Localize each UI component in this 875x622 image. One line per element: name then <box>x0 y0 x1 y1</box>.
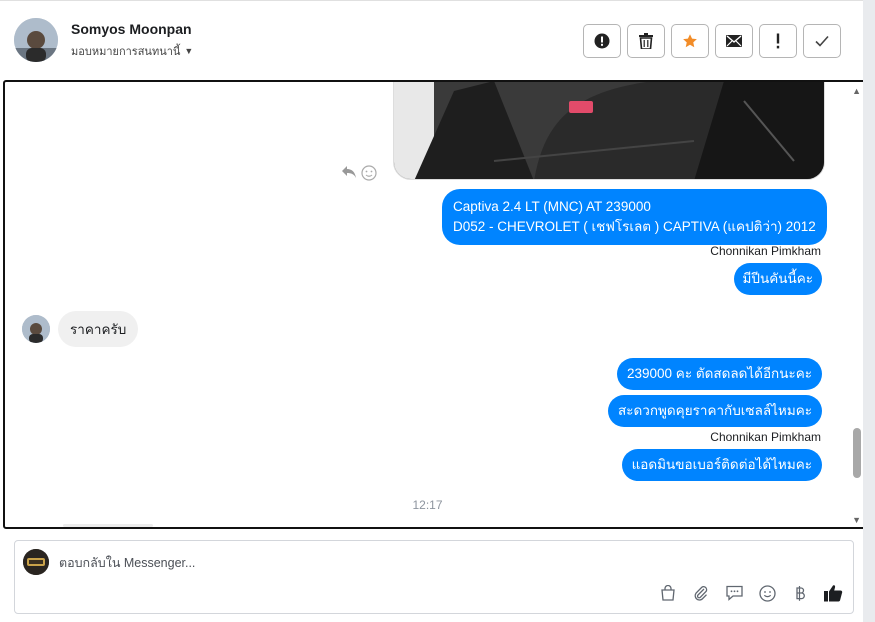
divider <box>63 524 153 527</box>
car-interior-photo[interactable] <box>393 82 825 180</box>
star-icon <box>683 34 697 48</box>
trash-icon <box>639 33 653 49</box>
saved-replies-button[interactable] <box>724 583 744 603</box>
mark-done-button[interactable] <box>803 24 841 58</box>
shopping-bag-icon <box>661 585 675 601</box>
exclamation-icon <box>776 33 780 49</box>
smiley-icon <box>758 584 776 602</box>
shopping-bag-button[interactable] <box>658 583 678 603</box>
contact-avatar[interactable] <box>14 18 58 62</box>
envelope-icon <box>726 35 742 47</box>
sender-name: Chonnikan Pimkham <box>710 430 821 444</box>
incoming-message[interactable]: ราคาครับ <box>58 311 139 347</box>
like-button[interactable] <box>823 583 843 603</box>
follow-up-button[interactable] <box>759 24 797 58</box>
attach-file-button[interactable] <box>691 583 711 603</box>
message-timestamp: 12:17 <box>412 498 443 512</box>
sender-name: Chonnikan Pimkham <box>710 244 821 258</box>
contact-name[interactable]: Somyos Moonpan <box>71 21 192 37</box>
scroll-down-arrow-icon[interactable]: ▼ <box>852 515 861 525</box>
photo-actions <box>341 165 377 181</box>
mark-unread-button[interactable] <box>715 24 753 58</box>
composer-toolbar <box>658 583 843 603</box>
payment-button[interactable] <box>790 583 810 603</box>
reply-composer <box>14 540 854 614</box>
reply-input[interactable] <box>59 553 659 573</box>
emoji-button[interactable] <box>757 583 777 603</box>
checkmark-icon <box>815 35 829 47</box>
message-line: Captiva 2.4 LT (MNC) AT 239000 <box>453 199 651 214</box>
thread-scrollbar[interactable]: ▲ ▼ <box>850 82 864 527</box>
alert-circle-icon <box>594 33 610 49</box>
page-avatar <box>23 549 49 575</box>
reply-arrow-icon[interactable] <box>341 165 357 179</box>
thumbs-up-icon <box>823 585 842 602</box>
conversation-header: Somyos Moonpan มอบหมายการสนทนานี้ ▼ <box>0 0 863 80</box>
delete-button[interactable] <box>627 24 665 58</box>
speech-bubble-icon <box>725 585 743 601</box>
contact-avatar-small[interactable] <box>22 315 50 343</box>
outgoing-message-car-details[interactable]: Captiva 2.4 LT (MNC) AT 239000 D052 - CH… <box>442 189 827 245</box>
scroll-up-arrow-icon[interactable]: ▲ <box>852 86 861 96</box>
scroll-thumb[interactable] <box>853 428 861 478</box>
emoji-react-icon[interactable] <box>361 165 377 181</box>
page-edge <box>863 0 875 622</box>
caret-down-icon: ▼ <box>184 46 194 56</box>
outgoing-message[interactable]: 239000 คะ ตัดสดลดได้อีกนะคะ <box>616 358 822 390</box>
outgoing-message[interactable]: แอดมินขอเบอร์ติดต่อได้ไหมคะ <box>621 449 822 481</box>
baht-icon <box>796 585 805 601</box>
messenger-conversation-view: Somyos Moonpan มอบหมายการสนทนานี้ ▼ Capt… <box>0 0 875 622</box>
message-thread[interactable]: Captiva 2.4 LT (MNC) AT 239000 D052 - CH… <box>3 80 866 529</box>
star-button[interactable] <box>671 24 709 58</box>
conversation-toolbar <box>583 24 841 58</box>
outgoing-message[interactable]: สะดวกพูดคุยราคากับเซลล์ไหมคะ <box>608 395 822 427</box>
assign-conversation-dropdown[interactable]: มอบหมายการสนทนานี้ ▼ <box>71 42 193 60</box>
outgoing-message[interactable]: มีปีนคันนี้คะ <box>733 263 822 295</box>
assign-label: มอบหมายการสนทนานี้ <box>71 46 181 58</box>
paperclip-icon <box>694 586 708 601</box>
report-spam-button[interactable] <box>583 24 621 58</box>
message-line: D052 - CHEVROLET ( เชฟโรเลต ) CAPTIVA (แ… <box>453 219 816 234</box>
